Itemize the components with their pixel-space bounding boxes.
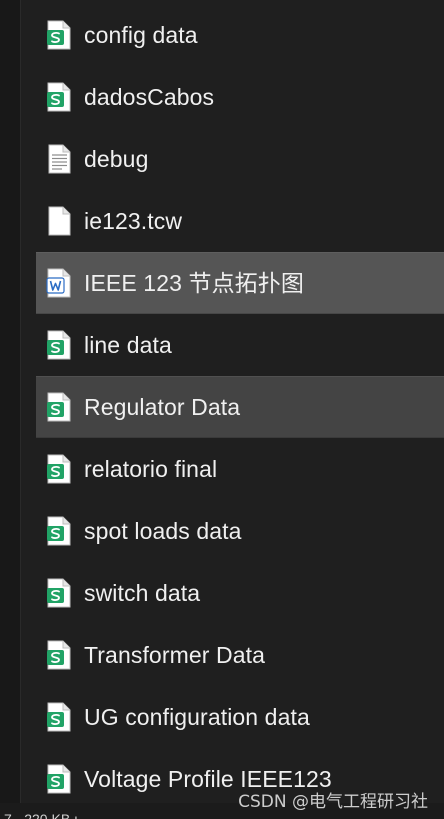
file-item-spot-loads-data[interactable]: spot loads data <box>36 500 444 562</box>
file-item-ug-configuration-data[interactable]: UG configuration data <box>36 686 444 748</box>
spreadsheet-icon <box>47 516 71 546</box>
file-name: line data <box>84 332 172 358</box>
file-item-config-data[interactable]: config data <box>36 4 444 66</box>
file-name: dadosCabos <box>84 84 215 110</box>
file-item-debug[interactable]: debug <box>36 128 444 190</box>
file-item-transformer-data[interactable]: Transformer Data <box>36 624 444 686</box>
file-name: Transformer Data <box>84 642 265 668</box>
file-list: config data dadosCabos debug ie123.tcw I… <box>36 4 444 810</box>
file-item-regulator-data[interactable]: Regulator Data <box>36 376 444 438</box>
file-item-relatorio-final[interactable]: relatorio final <box>36 438 444 500</box>
file-name: IEEE 123 节点拓扑图 <box>84 270 304 296</box>
spreadsheet-icon <box>47 578 71 608</box>
spreadsheet-icon <box>47 764 71 794</box>
file-item-ie123-tcw[interactable]: ie123.tcw <box>36 190 444 252</box>
file-name: config data <box>84 22 198 48</box>
spreadsheet-icon <box>47 454 71 484</box>
file-name: UG configuration data <box>84 704 310 730</box>
blank-file-icon <box>48 206 71 236</box>
navigation-pane-edge <box>0 0 21 805</box>
spreadsheet-icon <box>47 392 71 422</box>
file-item-dadoscabos[interactable]: dadosCabos <box>36 66 444 128</box>
spreadsheet-icon <box>47 702 71 732</box>
spreadsheet-icon <box>47 20 71 50</box>
file-item-line-data[interactable]: line data <box>36 314 444 376</box>
file-name: debug <box>84 146 149 172</box>
word-document-icon <box>46 268 71 298</box>
spreadsheet-icon <box>47 82 71 112</box>
file-name: spot loads data <box>84 518 242 544</box>
spreadsheet-icon <box>47 330 71 360</box>
spreadsheet-icon <box>47 640 71 670</box>
text-document-icon <box>48 144 71 174</box>
file-item-ieee-123-topology[interactable]: IEEE 123 节点拓扑图 <box>36 252 444 314</box>
file-item-switch-data[interactable]: switch data <box>36 562 444 624</box>
file-name: Regulator Data <box>84 394 241 420</box>
file-name: ie123.tcw <box>84 208 183 234</box>
file-name: switch data <box>84 580 201 606</box>
file-name: relatorio final <box>84 456 218 482</box>
status-text: 7 · 220 KB ı <box>4 811 78 819</box>
watermark: CSDN @电气工程研习社 <box>238 792 428 812</box>
